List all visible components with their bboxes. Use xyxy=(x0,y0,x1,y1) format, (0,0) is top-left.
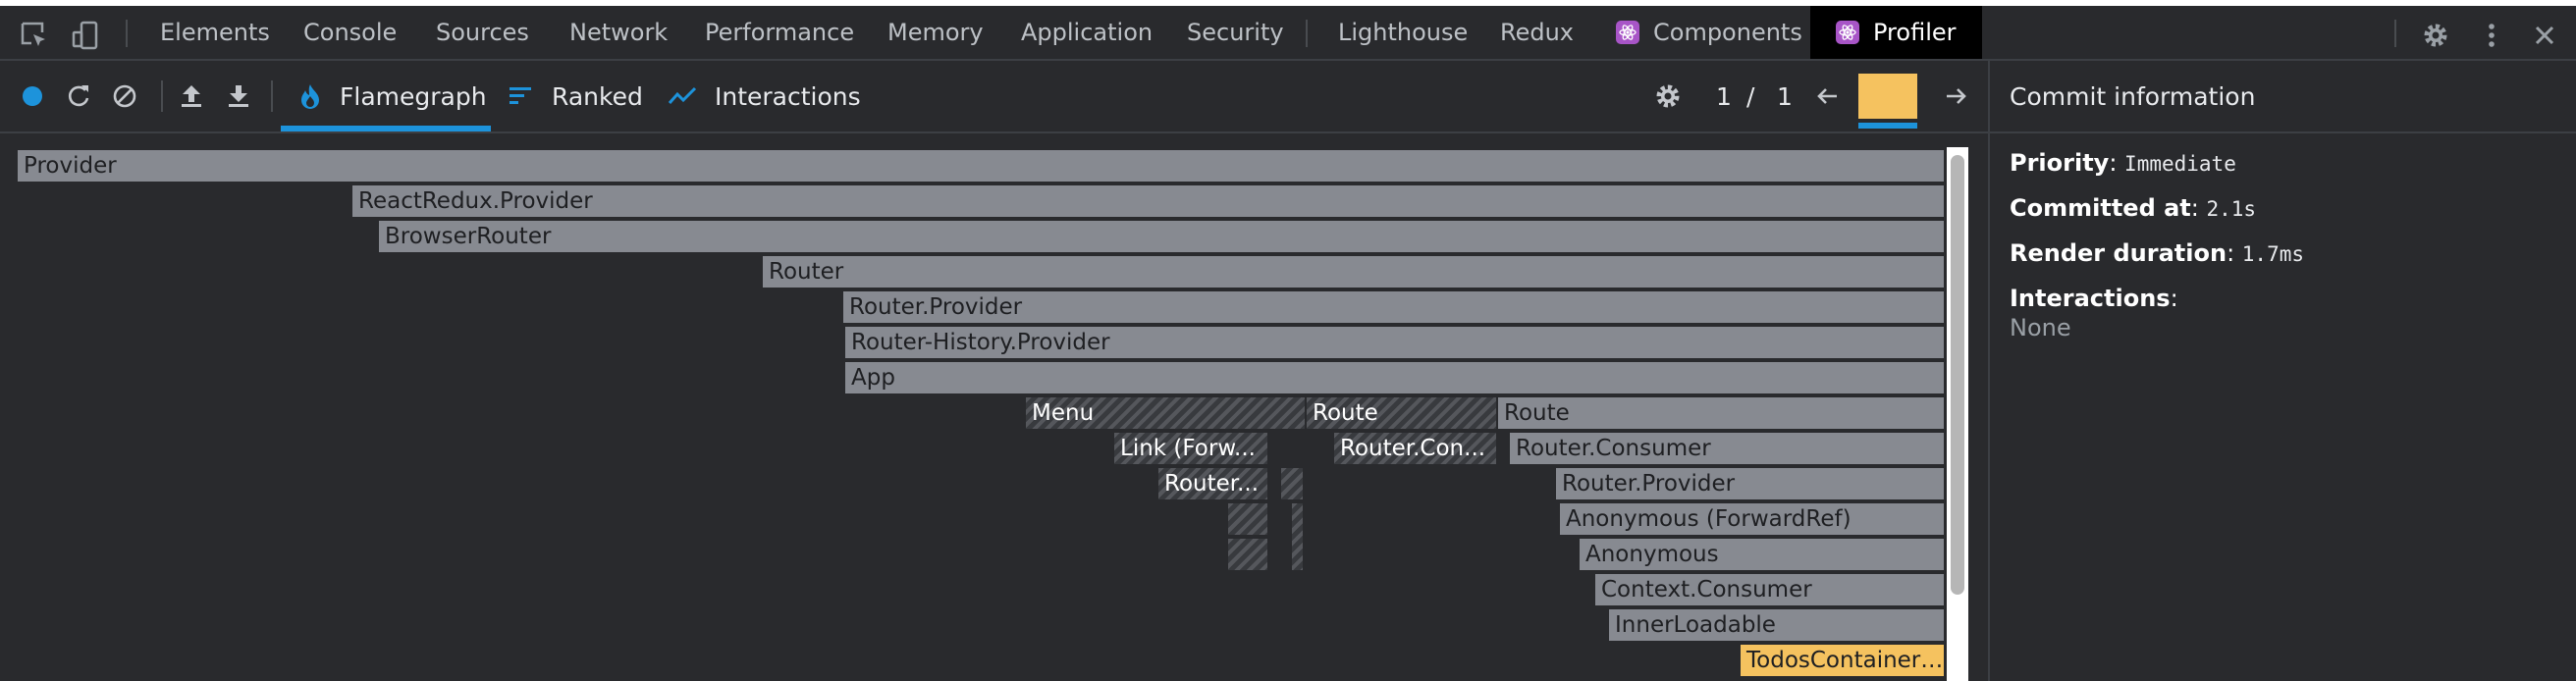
flamegraph-node[interactable]: InnerLoadable xyxy=(1609,609,1944,641)
close-icon[interactable] xyxy=(2528,19,2561,52)
tab-security[interactable]: Security xyxy=(1187,6,1284,59)
flamegraph-node[interactable] xyxy=(1228,539,1267,570)
priority-row: Priority: Immediate xyxy=(2010,149,2236,177)
toolbar-divider xyxy=(161,80,163,112)
flamegraph-node[interactable]: Provider xyxy=(18,150,1944,182)
tab-redux[interactable]: Redux xyxy=(1500,6,1574,59)
reload-icon[interactable] xyxy=(62,79,95,113)
tab-flamegraph-label: Flamegraph xyxy=(340,81,487,111)
flamegraph-node[interactable]: Router.Provider xyxy=(843,291,1944,323)
render-duration-label: Render duration xyxy=(2010,239,2227,267)
tab-memory[interactable]: Memory xyxy=(887,6,984,59)
flamegraph-node[interactable]: Anonymous xyxy=(1580,539,1944,570)
priority-label: Priority xyxy=(2010,149,2110,177)
tab-components-label: Components xyxy=(1653,19,1802,46)
colon: : xyxy=(2170,285,2178,312)
toolbar-divider xyxy=(271,80,273,112)
gear-icon[interactable] xyxy=(2419,19,2452,52)
tabbar-divider xyxy=(2394,20,2396,47)
more-vertical-icon[interactable] xyxy=(2475,19,2508,52)
clear-icon[interactable] xyxy=(108,79,141,113)
render-duration-value: 1.7ms xyxy=(2241,242,2304,266)
tab-ranked-label: Ranked xyxy=(552,81,643,111)
flamegraph-node[interactable]: Router-History.Provider xyxy=(845,327,1944,358)
colon: : xyxy=(2190,194,2207,222)
tab-interactions-label: Interactions xyxy=(715,81,861,111)
tab-lighthouse[interactable]: Lighthouse xyxy=(1338,6,1468,59)
committed-at-label: Committed at xyxy=(2010,194,2191,222)
render-duration-row: Render duration: 1.7ms xyxy=(2010,239,2304,267)
commit-bar[interactable] xyxy=(1858,74,1917,119)
interactions-value: None xyxy=(2010,314,2071,341)
committed-at-row: Committed at: 2.1s xyxy=(2010,194,2256,222)
flamegraph-node[interactable] xyxy=(1292,503,1303,570)
inspect-element-icon[interactable] xyxy=(18,19,51,52)
tab-interactions[interactable]: Interactions xyxy=(668,61,861,131)
tab-profiler[interactable]: Profiler xyxy=(1810,6,1982,59)
colon: : xyxy=(2227,239,2242,267)
flamegraph-node[interactable]: Route xyxy=(1498,397,1944,429)
colon: : xyxy=(2109,149,2125,177)
flamegraph-node[interactable]: App xyxy=(845,362,1944,393)
flamegraph-node[interactable] xyxy=(1228,503,1267,535)
flamegraph-node[interactable]: Router xyxy=(763,256,1944,288)
tab-components[interactable]: Components xyxy=(1616,6,1802,59)
tab-elements[interactable]: Elements xyxy=(160,6,270,59)
commit-bar-selected-indicator xyxy=(1858,123,1917,129)
flamegraph-node[interactable]: Router.Con... xyxy=(1334,433,1496,464)
active-view-indicator xyxy=(281,126,491,131)
react-logo-icon xyxy=(1616,21,1639,44)
tab-flamegraph[interactable]: Flamegraph xyxy=(298,61,487,131)
tab-network[interactable]: Network xyxy=(569,6,668,59)
flamegraph-node[interactable]: Route xyxy=(1307,397,1496,429)
interactions-row: Interactions: xyxy=(2010,285,2178,312)
tab-ranked[interactable]: Ranked xyxy=(509,61,643,131)
device-toolbar-icon[interactable] xyxy=(69,19,102,52)
devtools-tab-bar: Elements Console Sources Network Perform… xyxy=(0,6,2576,61)
arrow-left-icon[interactable] xyxy=(1811,79,1845,113)
commit-information-panel: Commit information Priority: Immediate C… xyxy=(1988,61,2576,681)
tabbar-divider xyxy=(126,20,128,47)
upload-icon[interactable] xyxy=(175,79,208,113)
tab-sources[interactable]: Sources xyxy=(436,6,529,59)
commit-total: 1 xyxy=(1777,81,1793,111)
flame-icon xyxy=(298,82,322,110)
profiler-toolbar: Flamegraph Ranked Interactions 1 / 1 xyxy=(0,61,1988,133)
flamegraph-chart: Provider ReactRedux.Provider BrowserRout… xyxy=(0,133,1963,681)
interactions-label: Interactions xyxy=(2010,285,2171,312)
tab-console[interactable]: Console xyxy=(303,6,397,59)
scrollbar-thumb[interactable] xyxy=(1951,155,1964,595)
panel-title: Commit information xyxy=(1990,61,2576,133)
interactions-icon xyxy=(668,84,697,108)
flamegraph-node[interactable]: Context.Consumer xyxy=(1595,574,1944,605)
settings-icon[interactable] xyxy=(1651,79,1685,113)
flamegraph-node-selected[interactable]: TodosContainer (... xyxy=(1741,645,1944,676)
ranked-icon xyxy=(509,84,534,108)
flamegraph-node[interactable]: Link (Forw... xyxy=(1114,433,1267,464)
committed-at-value: 2.1s xyxy=(2206,197,2257,221)
react-logo-icon xyxy=(1836,21,1859,44)
flamegraph-node[interactable]: BrowserRouter xyxy=(379,221,1944,252)
arrow-right-icon[interactable] xyxy=(1939,79,1972,113)
record-icon[interactable] xyxy=(16,79,49,113)
download-icon[interactable] xyxy=(222,79,255,113)
tab-profiler-label: Profiler xyxy=(1873,19,1957,46)
priority-value: Immediate xyxy=(2124,152,2236,176)
flamegraph-node[interactable]: Router.Consumer xyxy=(1510,433,1944,464)
flamegraph-node[interactable]: Menu xyxy=(1026,397,1305,429)
flamegraph-node[interactable] xyxy=(1281,468,1303,499)
tab-performance[interactable]: Performance xyxy=(705,6,854,59)
tab-application[interactable]: Application xyxy=(1021,6,1153,59)
tabbar-divider xyxy=(1306,20,1308,47)
flamegraph-node[interactable]: Router.Provider xyxy=(1556,468,1944,499)
commit-index: 1 xyxy=(1716,81,1732,111)
flamegraph-node[interactable]: Router... xyxy=(1158,468,1267,499)
flamegraph-node[interactable]: Anonymous (ForwardRef) xyxy=(1560,503,1944,535)
flamegraph-node[interactable]: ReactRedux.Provider xyxy=(352,185,1944,217)
commit-separator: / xyxy=(1746,81,1755,111)
